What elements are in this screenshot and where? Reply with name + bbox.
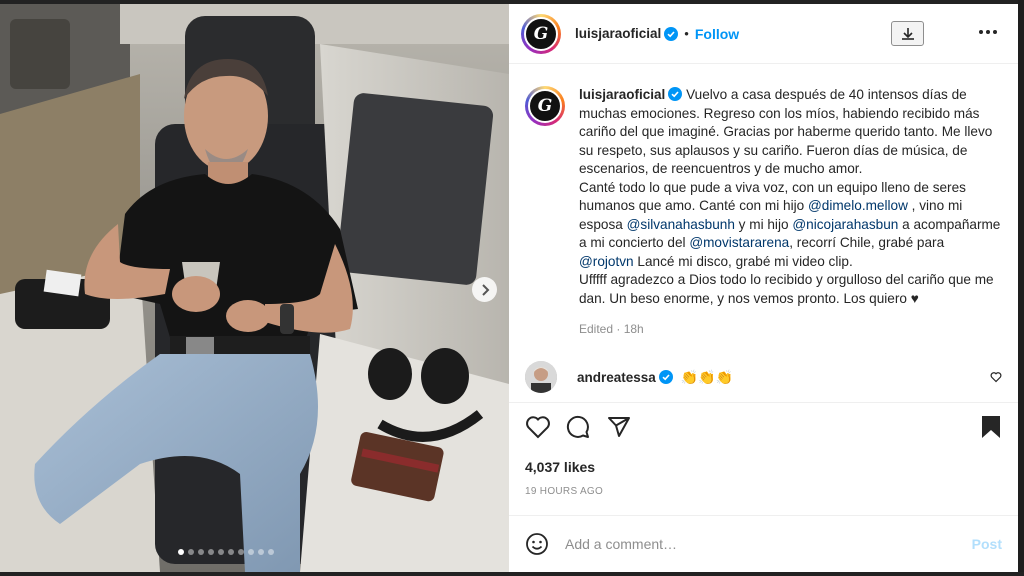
chevron-right-icon [481,283,489,296]
carousel-dot [228,549,234,555]
download-icon [901,27,914,40]
comment-input[interactable] [565,536,972,552]
header-separator: • [684,26,689,41]
caption-avatar-ring: G [525,86,565,126]
mention-movistararena[interactable]: @movistararena [689,235,789,250]
carousel-dot [198,549,204,555]
download-button[interactable] [891,21,924,46]
comment-item: andreatessa 👏👏👏 [525,361,1002,393]
edited-timestamp: Edited · 18h [579,322,644,336]
caption-area: G luisjaraoficial Vuelvo a casa después … [509,64,1018,399]
caption-part-5: , recorrí Chile, grabé para [789,235,948,250]
post-header: G luisjaraoficial • Follow [509,4,1018,64]
caption-part-1: Vuelvo a casa después de 40 intensos día… [579,87,993,213]
carousel-dots [178,549,274,555]
carousel-dot [208,549,214,555]
caption-username[interactable]: luisjaraoficial [579,87,665,102]
carousel-dot [248,549,254,555]
comment-like-heart-icon[interactable] [990,371,1002,383]
comment-composer: Post [509,515,1018,572]
carousel-next-button[interactable] [472,277,497,302]
carousel-dot [188,549,194,555]
emoji-icon[interactable] [525,532,549,556]
carousel-dot [258,549,264,555]
mention-rojotvn[interactable]: @rojotvn [579,254,634,269]
bookmark-icon[interactable] [980,415,1002,439]
commenter-photo [525,361,557,393]
comment-text: 👏👏👏 [680,368,734,385]
right-gutter [1018,0,1024,576]
post-side-panel: G luisjaraoficial • Follow G luisjaraofi… [509,4,1018,572]
comment-username[interactable]: andreatessa [577,370,656,385]
mention-silvanahasbunh[interactable]: @silvanahasbunh [627,217,735,232]
more-options-icon[interactable] [979,30,997,34]
verified-badge-icon [664,26,679,41]
carousel-dot [238,549,244,555]
caption-part-3: y mi hijo [734,216,793,232]
verified-badge-icon [668,87,683,101]
likes-count[interactable]: 4,037 likes [525,459,595,475]
avatar-logo: G [524,16,558,51]
heart-icon[interactable] [525,415,551,439]
comment-icon[interactable] [566,415,590,439]
caption-avatar-logo: G [528,89,562,123]
mention-nicojarahasbun[interactable]: @nicojarahasbun [792,217,898,232]
photo-illustration [0,4,509,572]
header-username[interactable]: luisjaraoficial [575,26,661,41]
comment-avatar[interactable] [525,361,557,393]
post-photo[interactable] [0,4,509,572]
post-age: 19 HOURS AGO [525,486,604,497]
carousel-dot [178,549,184,555]
profile-avatar[interactable]: G [521,13,561,54]
carousel-dot [218,549,224,555]
verified-badge-icon [658,370,673,384]
share-icon[interactable] [607,415,631,439]
bottom-strip [0,572,1024,576]
action-bar [509,402,1018,452]
instagram-post-modal: G luisjaraoficial • Follow G luisjaraofi… [0,0,1024,576]
caption-avatar[interactable]: G [525,86,565,308]
caption-text: luisjaraoficial Vuelvo a casa después de… [579,86,1002,308]
follow-button[interactable]: Follow [695,26,739,42]
mention-dimelo-mellow[interactable]: @dimelo.mellow [808,198,908,213]
post-comment-button[interactable]: Post [972,536,1002,552]
caption-part-6: Lancé mi disco, grabé mi video clip. Uff… [579,253,994,306]
carousel-dot [268,549,274,555]
